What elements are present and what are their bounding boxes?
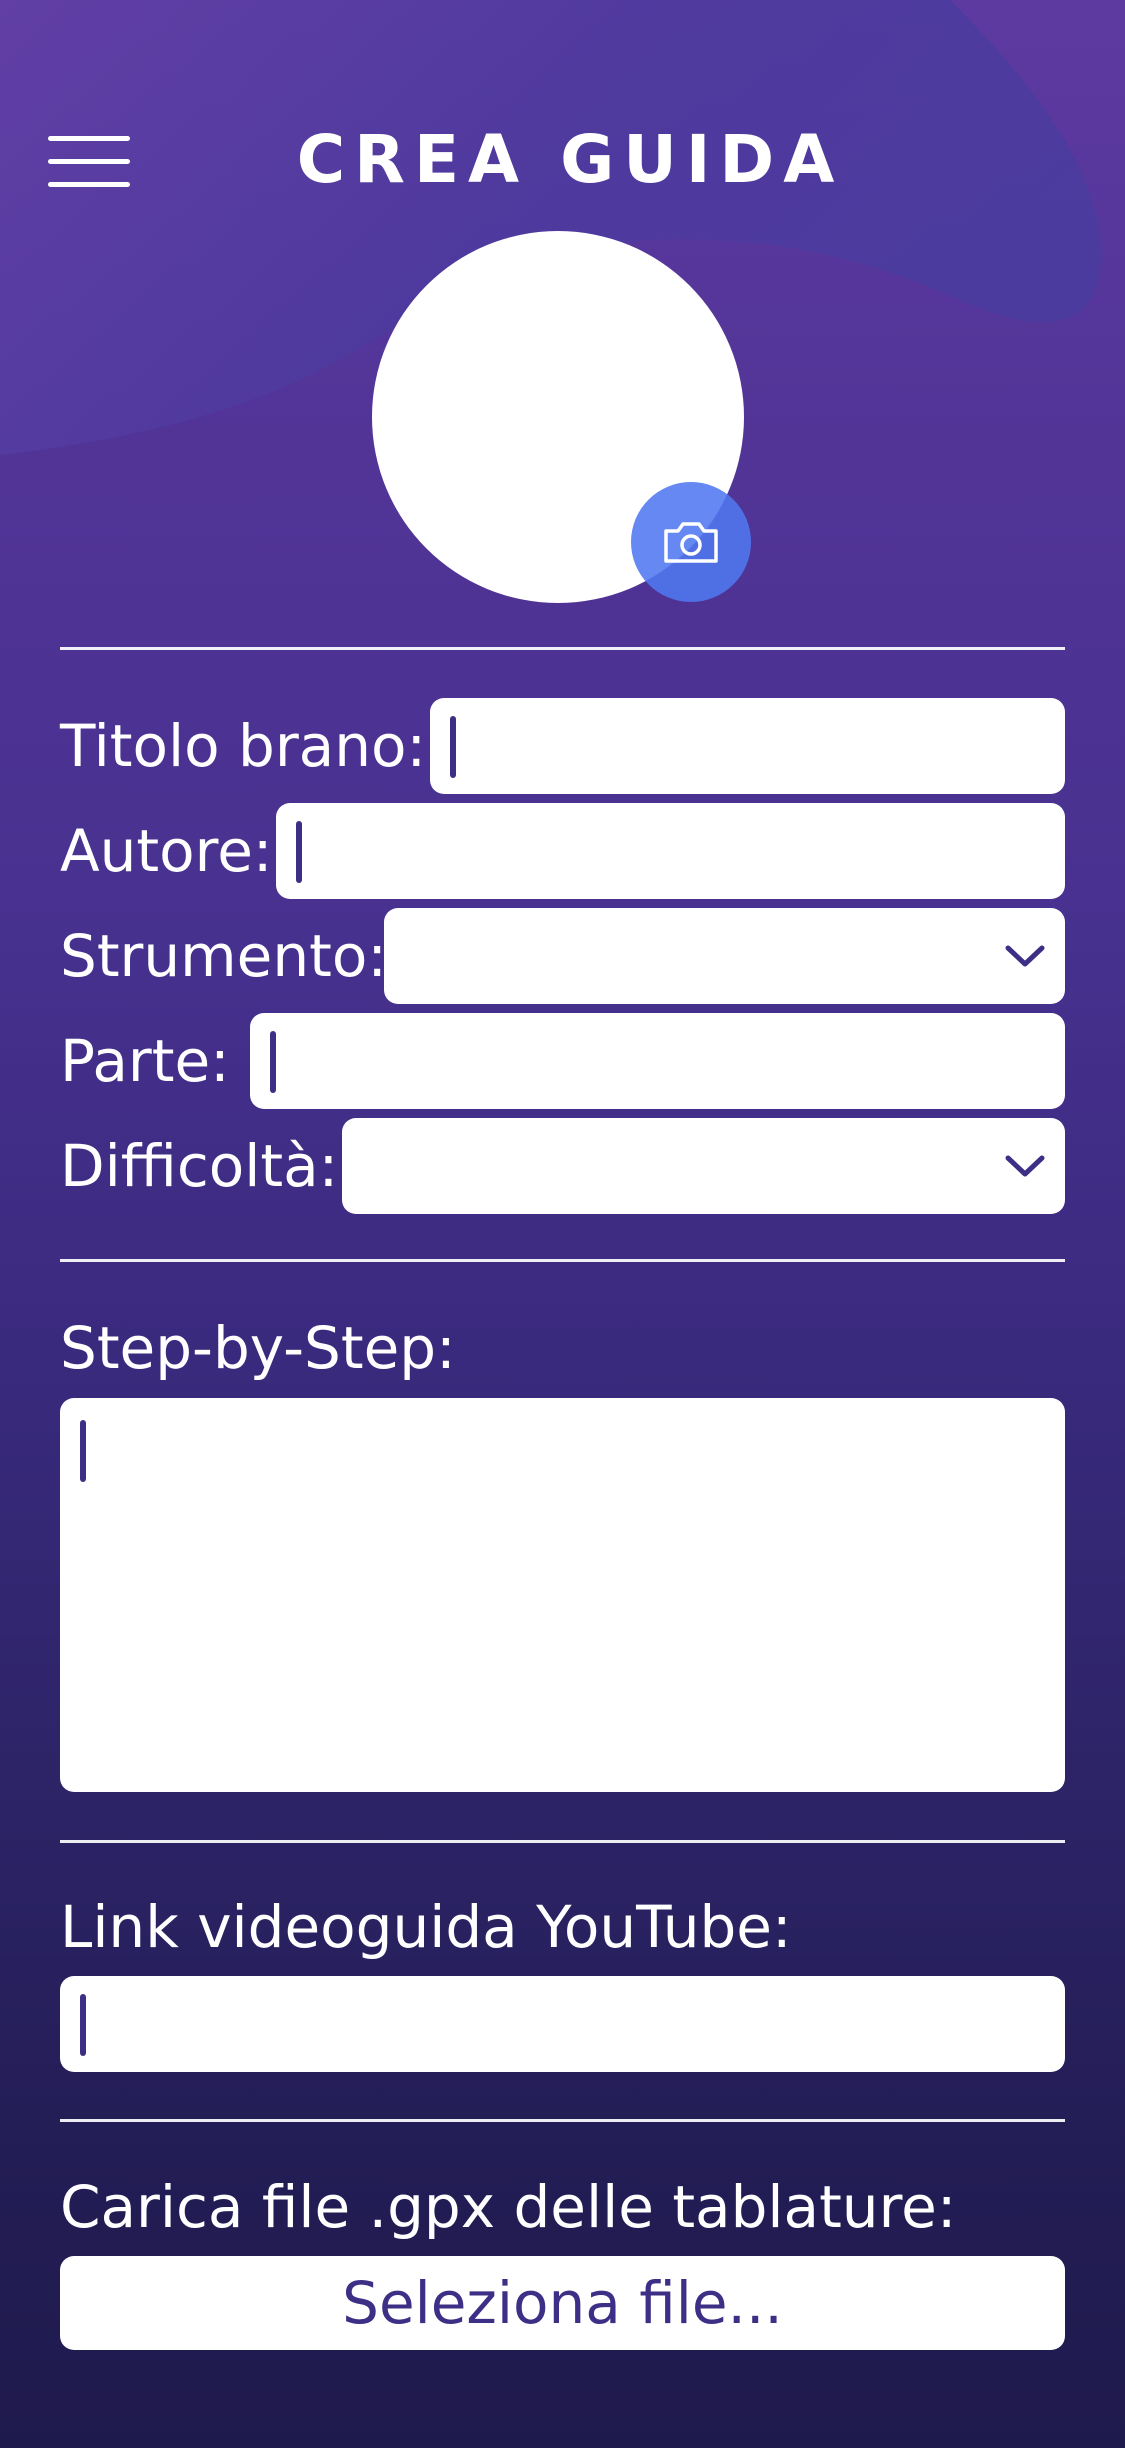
difficulty-field-row: Difficoltà: (60, 1118, 1065, 1214)
youtube-link-label: Link videoguida YouTube: (60, 1893, 792, 1961)
camera-icon[interactable] (631, 482, 751, 602)
text-caret (80, 1994, 86, 2056)
section-divider (60, 1840, 1065, 1843)
instrument-field-row: Strumento: (60, 908, 1065, 1004)
instrument-label: Strumento: (60, 922, 387, 990)
text-caret (80, 1420, 86, 1482)
select-file-button[interactable]: Seleziona file... (60, 2256, 1065, 2350)
section-divider (60, 1259, 1065, 1262)
page-title: CREA GUIDA (296, 121, 844, 198)
part-label: Parte: (60, 1027, 230, 1095)
text-caret (296, 821, 302, 883)
part-field-row: Parte: (60, 1013, 1065, 1109)
title-label: Titolo brano: (60, 712, 427, 780)
gpx-upload-label: Carica file .gpx delle tablature: (60, 2173, 957, 2241)
hamburger-menu-icon[interactable] (48, 134, 132, 190)
difficulty-label: Difficoltà: (60, 1132, 339, 1200)
title-input[interactable] (430, 698, 1065, 794)
author-field-row: Autore: (60, 803, 1065, 899)
app-header: CREA GUIDA (0, 120, 1125, 200)
text-caret (270, 1031, 276, 1093)
youtube-link-input[interactable] (60, 1976, 1065, 2072)
instrument-select[interactable] (384, 908, 1065, 1004)
part-input[interactable] (250, 1013, 1065, 1109)
author-input[interactable] (276, 803, 1065, 899)
section-divider (60, 647, 1065, 650)
chevron-down-icon (1005, 945, 1045, 967)
step-by-step-label: Step-by-Step: (60, 1314, 456, 1382)
chevron-down-icon (1005, 1155, 1045, 1177)
section-divider (60, 2119, 1065, 2122)
difficulty-select[interactable] (342, 1118, 1065, 1214)
author-label: Autore: (60, 817, 273, 885)
title-field-row: Titolo brano: (60, 698, 1065, 794)
text-caret (450, 716, 456, 778)
step-by-step-textarea[interactable] (60, 1398, 1065, 1792)
